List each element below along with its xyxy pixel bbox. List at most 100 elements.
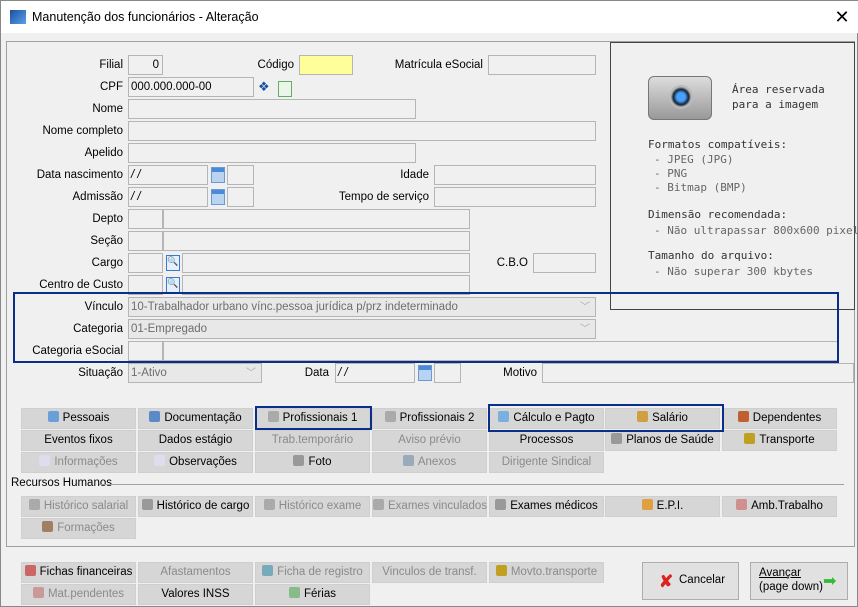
button-fe-rias[interactable]: Férias	[255, 584, 370, 605]
button-planos-de-sau-de[interactable]: Planos de Saúde	[605, 430, 720, 451]
nascimento-label: Data nascimento	[36, 169, 123, 181]
button-observac-o-es[interactable]: Observações	[138, 452, 253, 473]
nascimento-extra-field[interactable]	[227, 165, 254, 185]
button-afastamentos[interactable]: Afastamentos	[138, 562, 253, 583]
next-label: Avançar	[759, 567, 801, 579]
cbo-field[interactable]	[533, 253, 596, 273]
button-documentac-a-o[interactable]: Documentação	[138, 408, 253, 429]
button-ficha-de-registro[interactable]: Ficha de registro	[255, 562, 370, 583]
divider	[99, 484, 844, 485]
button-histo-rico-salarial[interactable]: Histórico salarial	[21, 496, 136, 517]
button-fichas-financeiras[interactable]: Fichas financeiras	[21, 562, 136, 583]
button-aviso-pre-vio[interactable]: Aviso prévio	[372, 430, 487, 451]
data-label: Data	[304, 367, 329, 379]
button-label: Exames médicos	[510, 500, 598, 512]
button-label: Trab.temporário	[271, 434, 354, 446]
tempo-servico-field	[434, 187, 596, 207]
button-amb-trabalho[interactable]: Amb.Trabalho	[722, 496, 837, 517]
button-eventos-fixos[interactable]: Eventos fixos	[21, 430, 136, 451]
button-label: Dependentes	[752, 412, 822, 424]
dimension-item: - Não ultrapassar 800x600 pixels	[654, 224, 858, 237]
matricula-field[interactable]	[488, 55, 596, 75]
receita-icon[interactable]: ❖	[258, 79, 272, 95]
button-e-p-i[interactable]: E.P.I.	[605, 496, 720, 517]
data-extra-field[interactable]	[434, 363, 461, 383]
cancel-button[interactable]: ✘ Cancelar	[642, 562, 739, 600]
button-valores-inss[interactable]: Valores INSS	[138, 584, 253, 605]
close-button[interactable]: ✕	[827, 4, 857, 30]
cargo-code-field[interactable]	[128, 253, 163, 273]
situacao-select[interactable]: 1-Ativo ﹀	[128, 363, 262, 383]
calendar-icon[interactable]	[211, 189, 225, 205]
button-dados-esta-gio[interactable]: Dados estágio	[138, 430, 253, 451]
button-vinculos-de-transf[interactable]: Vinculos de transf.	[372, 562, 487, 583]
search-icon[interactable]: 🔍	[166, 277, 180, 293]
codigo-label: Código	[257, 59, 294, 71]
search-icon[interactable]: 🔍	[166, 255, 180, 271]
button-processos[interactable]: Processos	[489, 430, 604, 451]
button-exames-me-dicos[interactable]: Exames médicos	[489, 496, 604, 517]
depto-label: Depto	[92, 213, 123, 225]
chevron-down-icon: ﹀	[246, 368, 256, 379]
button-icon	[641, 499, 653, 510]
secao-code-field[interactable]	[128, 231, 163, 251]
button-icon	[47, 411, 59, 422]
idade-label: Idade	[400, 169, 429, 181]
nascimento-field[interactable]: / /	[128, 165, 208, 185]
image-area[interactable]: Área reservada para a imagem Formatos co…	[610, 42, 858, 310]
title-bar: Manutenção dos funcionários - Alteração …	[1, 1, 858, 33]
button-icon	[24, 565, 36, 576]
nome-completo-field[interactable]	[128, 121, 596, 141]
calendar-icon[interactable]	[418, 365, 432, 381]
secao-label: Seção	[90, 235, 123, 247]
image-area-title: Área reservada	[732, 83, 825, 96]
idade-field	[434, 165, 596, 185]
button-label: Aviso prévio	[398, 434, 461, 446]
button-icon	[736, 499, 748, 510]
button-icon	[28, 499, 40, 510]
document-icon[interactable]	[278, 81, 292, 97]
button-histo-rico-de-cargo[interactable]: Histórico de cargo	[138, 496, 253, 517]
calendar-icon[interactable]	[211, 167, 225, 183]
cargo-desc-field	[182, 253, 470, 273]
highlight-box	[255, 406, 372, 430]
data-field[interactable]: / /	[335, 363, 415, 383]
window-title: Manutenção dos funcionários - Alteração	[32, 10, 259, 24]
next-button[interactable]: Avançar (page down) ➡	[750, 562, 848, 600]
admissao-extra-field[interactable]	[227, 187, 254, 207]
admissao-label: Admissão	[72, 191, 124, 203]
button-exames-vinculados[interactable]: Exames vinculados	[372, 496, 487, 517]
button-icon	[373, 499, 384, 510]
button-anexos[interactable]: Anexos	[372, 452, 487, 473]
button-profissionais-2[interactable]: Profissionais 2	[372, 408, 487, 429]
filial-label: Filial	[99, 59, 123, 71]
button-mat-pendentes[interactable]: Mat.pendentes	[21, 584, 136, 605]
button-foto[interactable]: Foto	[255, 452, 370, 473]
filial-field[interactable]: 0	[128, 55, 163, 75]
arrow-right-icon: ➡	[823, 573, 837, 590]
button-label: Fichas financeiras	[39, 566, 133, 578]
cpf-field[interactable]: 000.000.000-00	[128, 77, 254, 97]
button-informac-o-es[interactable]: Informações	[21, 452, 136, 473]
button-pessoais[interactable]: Pessoais	[21, 408, 136, 429]
depto-code-field[interactable]	[128, 209, 163, 229]
button-dependentes[interactable]: Dependentes	[722, 408, 837, 429]
button-histo-rico-exame[interactable]: Histórico exame	[255, 496, 370, 517]
button-dirigente-sindical[interactable]: Dirigente Sindical	[489, 452, 604, 473]
codigo-field[interactable]	[299, 55, 353, 75]
button-label: Informações	[54, 456, 118, 468]
button-formac-o-es[interactable]: Formações	[21, 518, 136, 539]
nome-field[interactable]	[128, 99, 416, 119]
button-transporte[interactable]: Transporte	[722, 430, 837, 451]
motivo-field[interactable]	[542, 363, 854, 383]
apelido-field[interactable]	[128, 143, 416, 163]
button-label: Pessoais	[62, 412, 110, 424]
button-movto-transporte[interactable]: Movto.transporte	[489, 562, 604, 583]
button-trab-tempora-rio[interactable]: Trab.temporário	[255, 430, 370, 451]
button-icon	[149, 411, 161, 422]
button-icon	[737, 411, 749, 422]
button-label: Férias	[304, 588, 336, 600]
button-icon	[402, 455, 414, 466]
button-icon	[32, 587, 44, 598]
admissao-field[interactable]: / /	[128, 187, 208, 207]
